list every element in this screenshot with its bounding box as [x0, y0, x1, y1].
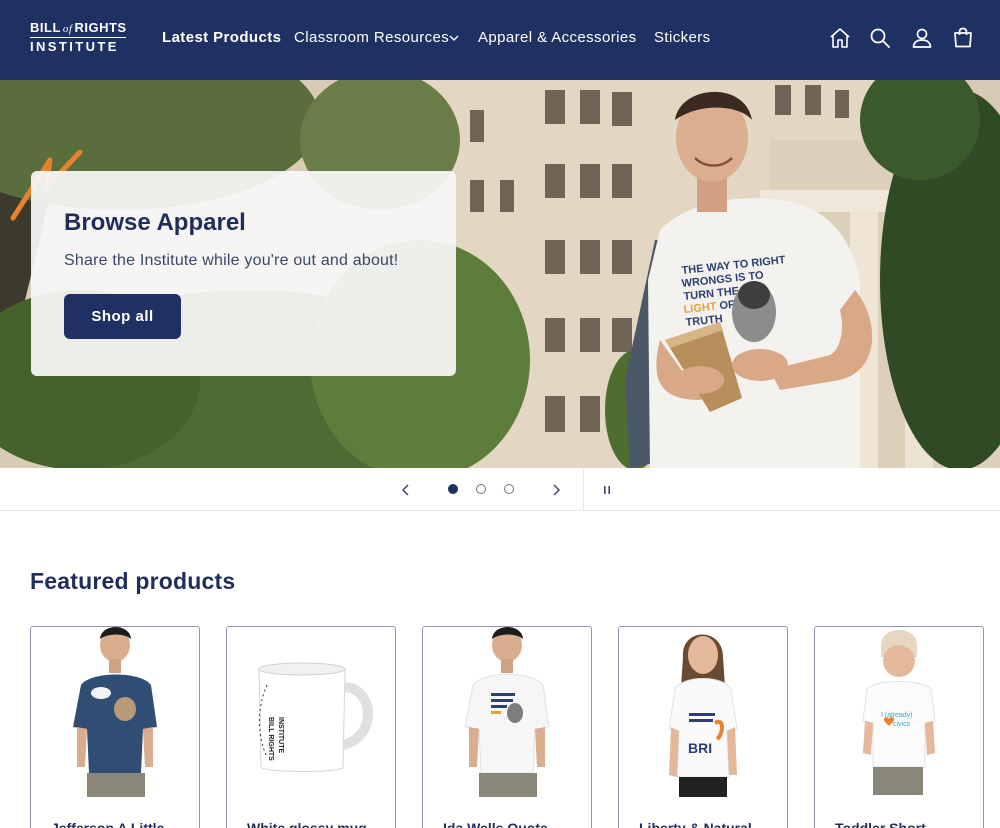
chevron-left-icon[interactable]: [400, 483, 412, 497]
hero-title: Browse Apparel: [64, 209, 246, 236]
svg-text:BILL RIGHTS: BILL RIGHTS: [267, 717, 274, 761]
pause-icon[interactable]: [601, 483, 613, 497]
nav-classroom-resources[interactable]: Classroom Resources: [294, 29, 449, 46]
logo-line-2: INSTITUTE: [30, 39, 119, 54]
product-card[interactable]: Ida Wells Quote: [422, 626, 592, 828]
logo-line-1: BILL of RIGHTS: [30, 20, 127, 35]
product-image: I (already) civics: [862, 630, 936, 795]
bill-of-rights-institute-logo[interactable]: BILL of RIGHTS INSTITUTE: [30, 20, 127, 56]
product-image: [73, 627, 157, 797]
nav-apparel-accessories[interactable]: Apparel & Accessories: [478, 29, 636, 46]
hero-banner: THE WAY TO RIGHT WRONGS IS TO TURN THE L…: [0, 80, 1000, 468]
product-card[interactable]: I (already) civics Toddler Short: [814, 626, 984, 828]
nav-stickers[interactable]: Stickers: [654, 29, 711, 46]
search-icon[interactable]: [868, 26, 892, 50]
product-title[interactable]: Jefferson A Little: [51, 820, 164, 828]
controls-divider: [583, 468, 584, 511]
cart-icon[interactable]: [951, 26, 975, 50]
logo-rule: [30, 37, 126, 38]
chevron-right-icon[interactable]: [550, 483, 562, 497]
product-card[interactable]: BRI Liberty & Natural: [618, 626, 788, 828]
shop-all-button[interactable]: Shop all: [64, 294, 181, 339]
slide-dot-1[interactable]: [448, 484, 458, 494]
product-title[interactable]: Ida Wells Quote: [443, 820, 548, 828]
hero-promo-card: Browse Apparel Share the Institute while…: [31, 171, 456, 376]
chevron-down-icon[interactable]: [449, 33, 459, 43]
featured-products-heading: Featured products: [30, 568, 236, 594]
slide-dot-3[interactable]: [504, 484, 514, 494]
liberty-shirt-print: BRI: [688, 740, 712, 756]
product-image: [464, 627, 550, 797]
slide-dot-2[interactable]: [476, 484, 486, 494]
product-title[interactable]: White glossy mug: [247, 820, 367, 828]
svg-text:INSTITUTE: INSTITUTE: [277, 717, 284, 753]
account-icon[interactable]: [910, 26, 934, 50]
product-title[interactable]: Toddler Short: [835, 820, 926, 828]
toddler-shirt-print-2: civics: [893, 721, 911, 728]
slideshow-controls: [0, 468, 1000, 511]
product-card[interactable]: Jefferson A Little: [30, 626, 200, 828]
nav-latest-products[interactable]: Latest Products: [162, 29, 281, 46]
hero-subtitle: Share the Institute while you're out and…: [64, 252, 399, 269]
product-image: BILL RIGHTS INSTITUTE: [258, 662, 373, 772]
product-image: BRI: [668, 634, 738, 797]
site-header: BILL of RIGHTS INSTITUTE Latest Products C…: [0, 0, 1000, 80]
product-title[interactable]: Liberty & Natural: [639, 820, 752, 828]
product-card[interactable]: BILL RIGHTS INSTITUTE White glossy mug: [226, 626, 396, 828]
home-icon[interactable]: [828, 26, 852, 50]
